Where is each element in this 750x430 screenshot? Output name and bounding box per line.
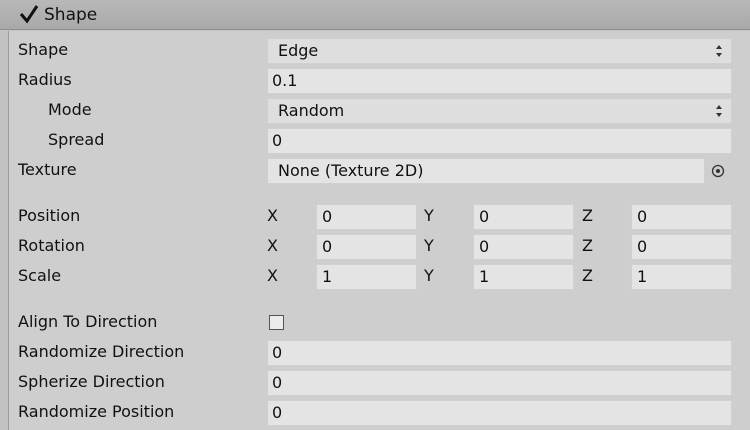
object-picker-icon[interactable] [711,164,725,178]
dropdown-arrows-icon [716,105,722,117]
shape-dropdown[interactable]: Edge [267,38,732,64]
randomize-direction-field[interactable]: 0 [267,340,732,366]
spread-field[interactable]: 0 [267,128,732,154]
rotation-x-field[interactable]: 0 [316,234,417,260]
rotation-label: Rotation [18,236,85,255]
mode-label: Mode [48,100,92,119]
shape-label: Shape [18,40,69,59]
scale-x-field[interactable]: 1 [316,264,417,290]
position-y-label: Y [424,206,434,225]
spherize-direction-label: Spherize Direction [18,372,165,391]
rotation-x-label: X [267,236,278,255]
scale-x-label: X [267,266,278,285]
randomize-position-label: Randomize Position [18,402,175,421]
position-y-field[interactable]: 0 [473,204,574,230]
position-x-field[interactable]: 0 [316,204,417,230]
randomize-position-field[interactable]: 0 [267,400,732,426]
checkmark-icon[interactable] [18,3,40,25]
rotation-z-label: Z [582,236,593,255]
scale-label: Scale [18,266,62,285]
scale-z-field[interactable]: 1 [631,264,732,290]
align-to-direction-checkbox[interactable] [269,315,284,330]
scale-y-label: Y [424,266,434,285]
radius-label: Radius [18,70,72,89]
position-z-field[interactable]: 0 [631,204,732,230]
shape-dropdown-value: Edge [278,41,319,60]
position-label: Position [18,206,81,225]
rotation-y-label: Y [424,236,434,255]
rotation-y-field[interactable]: 0 [473,234,574,260]
mode-dropdown-value: Random [278,101,345,120]
texture-field[interactable]: None (Texture 2D) [267,158,705,184]
module-title: Shape [44,5,98,25]
scale-z-label: Z [582,266,593,285]
dropdown-arrows-icon [716,45,722,57]
scale-y-field[interactable]: 1 [473,264,574,290]
spread-label: Spread [48,130,105,149]
randomize-direction-label: Randomize Direction [18,342,185,361]
radius-field[interactable]: 0.1 [267,68,732,94]
texture-label: Texture [18,160,77,179]
spherize-direction-field[interactable]: 0 [267,370,732,396]
module-header[interactable]: Shape [0,0,750,30]
rotation-z-field[interactable]: 0 [631,234,732,260]
mode-dropdown[interactable]: Random [267,98,732,124]
align-to-direction-label: Align To Direction [18,312,158,331]
position-z-label: Z [582,206,593,225]
position-x-label: X [267,206,278,225]
